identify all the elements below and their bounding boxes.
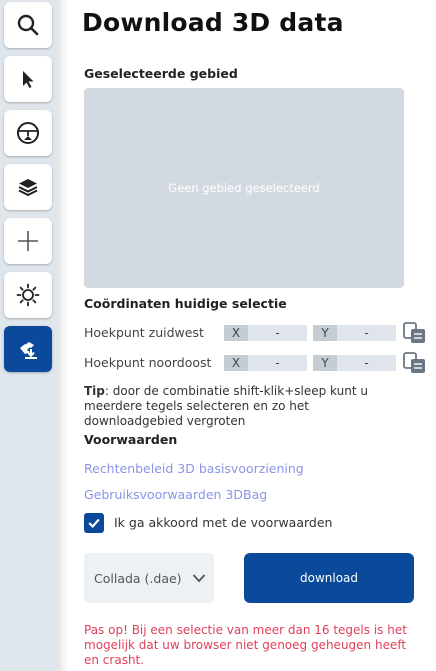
copy-coords-button[interactable] [402,351,428,375]
tip-body: : door de combinatie shift-klik+sleep ku… [84,384,368,428]
agree-checkbox[interactable] [84,513,104,533]
y-axis-tag: Y [313,355,337,371]
select-tool-button[interactable] [4,56,52,102]
search-button[interactable] [4,2,52,48]
copy-coords-button[interactable] [402,321,428,345]
compass-icon [17,122,39,144]
x-axis-tag: X [224,355,248,371]
x-value: - [248,355,307,371]
selection-preview: Geen gebied geselecteerd [84,88,404,288]
cursor-icon [23,71,34,88]
format-select[interactable]: Collada (.dae) [84,553,214,603]
layers-icon [18,179,38,197]
copy-icon [403,322,425,343]
coord-y-field: Y - [313,355,396,371]
format-select-value: Collada (.dae) [94,570,182,586]
page-title: Download 3D data [82,8,344,37]
x-axis-tag: X [224,325,248,341]
coord-x-field: X - [224,325,307,341]
chevron-down-icon [192,574,206,583]
y-value: - [337,325,396,341]
preview-placeholder: Geen gebied geselecteerd [168,181,320,195]
download-button[interactable]: download [244,553,414,603]
coord-label: Hoekpunt noordoost [84,355,212,370]
terms-of-use-link[interactable]: Gebruiksvoorwaarden 3DBag [84,487,267,502]
coord-row-southwest: Hoekpunt zuidwest X - Y - [84,321,430,345]
download-panel: Download 3D data Geselecteerde gebied Ge… [58,0,436,671]
y-axis-tag: Y [313,325,337,341]
layers-button[interactable] [4,164,52,210]
selected-area-label: Geselecteerde gebied [84,66,238,81]
toolbar [0,0,58,671]
coord-x-field: X - [224,355,307,371]
checkmark-icon [88,518,100,529]
plus-icon [18,231,38,251]
x-value: - [248,325,307,341]
coord-label: Hoekpunt zuidwest [84,325,204,340]
memory-warning: Pas op! Bij een selectie van meer dan 16… [84,623,407,667]
download-icon [20,342,37,359]
coord-row-northeast: Hoekpunt noordoost X - Y - [84,351,430,375]
compass-button[interactable] [4,110,52,156]
download-tool-button[interactable] [4,326,52,372]
agree-label: Ik ga akkoord met de voorwaarden [114,515,333,530]
tip-text: Tip: door de combinatie shift-klik+sleep… [84,384,410,429]
terms-label: Voorwaarden [84,432,178,447]
sun-icon [16,283,40,307]
copy-icon [403,352,425,373]
y-value: - [337,355,396,371]
coordinates-label: Coördinaten huidige selectie [84,296,287,311]
search-icon [17,14,39,36]
sun-button[interactable] [4,272,52,318]
add-button[interactable] [4,218,52,264]
tip-label: Tip [84,384,105,398]
coord-y-field: Y - [313,325,396,341]
rights-policy-link[interactable]: Rechtenbeleid 3D basisvoorziening [84,461,304,476]
